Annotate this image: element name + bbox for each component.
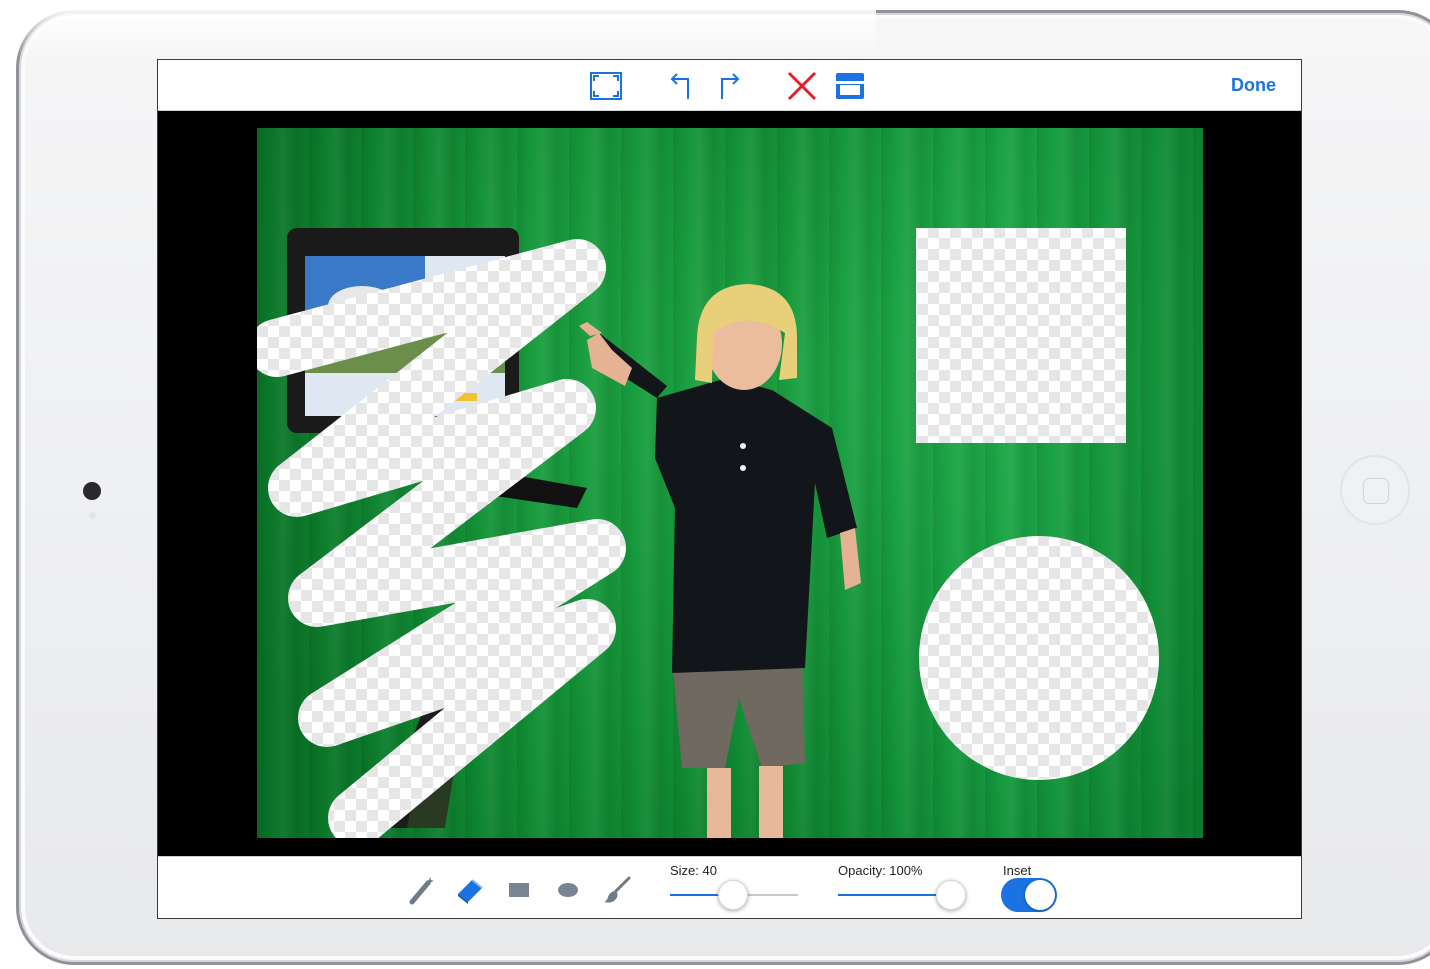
app-screen: Done Size: 40 Opacity: 100% Inset bbox=[157, 59, 1302, 919]
top-toolbar: Done bbox=[158, 60, 1301, 111]
rectangle-icon[interactable] bbox=[502, 873, 536, 907]
opacity-slider-thumb[interactable] bbox=[936, 880, 966, 910]
redo-icon[interactable] bbox=[711, 70, 747, 102]
erased-ellipse bbox=[919, 536, 1159, 780]
eraser-icon[interactable] bbox=[453, 873, 487, 907]
inset-toggle-knob bbox=[1025, 880, 1055, 910]
opacity-label: Opacity: 100% bbox=[838, 863, 923, 878]
crop-icon[interactable] bbox=[588, 70, 624, 102]
opacity-slider-fill bbox=[838, 894, 951, 896]
magic-wand-icon[interactable] bbox=[404, 873, 438, 907]
photo-artwork bbox=[257, 228, 1159, 838]
front-camera-icon bbox=[83, 482, 101, 500]
inset-toggle[interactable] bbox=[1001, 878, 1057, 912]
clear-icon[interactable] bbox=[784, 70, 820, 102]
ellipse-icon[interactable] bbox=[551, 873, 585, 907]
erased-scribble bbox=[257, 239, 626, 838]
inset-label: Inset bbox=[1003, 863, 1032, 878]
save-icon[interactable] bbox=[832, 70, 868, 102]
brush-icon[interactable] bbox=[600, 873, 634, 907]
size-slider-thumb[interactable] bbox=[718, 880, 748, 910]
size-label: Size: 40 bbox=[670, 863, 717, 878]
photo-canvas[interactable] bbox=[257, 128, 1203, 838]
home-button[interactable] bbox=[1340, 455, 1410, 525]
erased-rectangle bbox=[916, 228, 1126, 443]
undo-icon[interactable] bbox=[663, 70, 699, 102]
bezel-highlight bbox=[16, 10, 876, 58]
done-button[interactable]: Done bbox=[1231, 75, 1276, 96]
bottom-toolbar: Size: 40 Opacity: 100% Inset bbox=[158, 856, 1301, 918]
light-sensor bbox=[89, 512, 96, 519]
